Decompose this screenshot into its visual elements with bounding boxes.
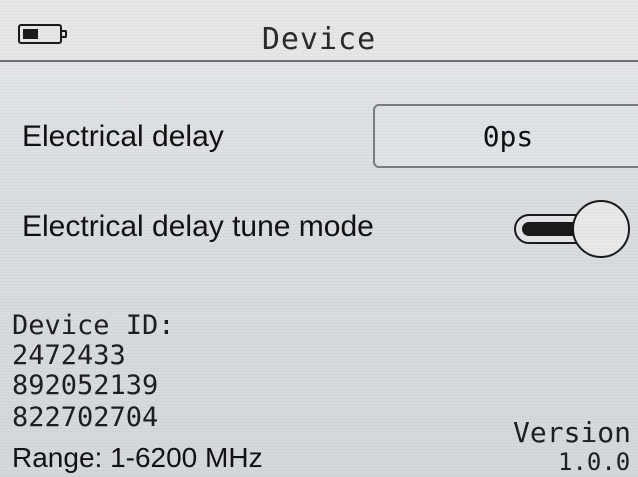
header-bar: Device <box>0 0 638 62</box>
electrical-delay-label: Electrical delay <box>22 120 224 153</box>
tune-mode-label: Electrical delay tune mode <box>22 210 374 243</box>
version-label: Version <box>513 416 632 449</box>
device-id-line-1: 2472433 <box>12 340 126 371</box>
electrical-delay-field[interactable]: 0ps <box>373 104 638 168</box>
tune-mode-toggle[interactable] <box>506 198 634 260</box>
device-id-label: Device ID: <box>12 310 175 341</box>
device-screen: Device Electrical delay 0ps Electrical d… <box>0 0 638 477</box>
toggle-knob[interactable] <box>572 200 630 258</box>
device-id-line-3: 822702704 <box>12 402 159 433</box>
page-title: Device <box>261 22 377 57</box>
device-id-line-2: 892052139 <box>12 370 159 401</box>
electrical-delay-value: 0ps <box>482 120 534 153</box>
frequency-range: Range: 1-6200 MHz <box>12 442 263 473</box>
version-value: 1.0.0 <box>558 448 631 476</box>
